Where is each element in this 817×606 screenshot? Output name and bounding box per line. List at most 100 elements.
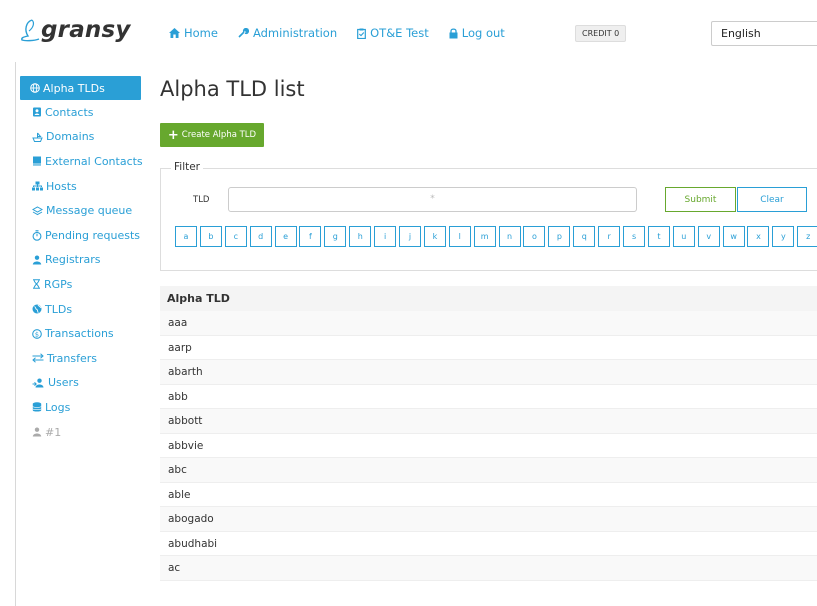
letter-button-k[interactable]: k bbox=[423, 226, 446, 247]
book-icon bbox=[33, 156, 41, 166]
tld-label: TLD bbox=[193, 195, 210, 205]
sidebar-item-label: #1 bbox=[45, 425, 62, 439]
letter-button-e[interactable]: e bbox=[274, 226, 297, 247]
table-row[interactable]: abbott bbox=[160, 409, 817, 434]
sidebar-item-logs[interactable]: Logs bbox=[20, 395, 141, 420]
letter-button-p[interactable]: p bbox=[548, 226, 571, 247]
nav-logout[interactable]: Log out bbox=[449, 26, 505, 40]
sidebar-item-label: TLDs bbox=[45, 302, 73, 316]
letter-button-n[interactable]: n bbox=[498, 226, 521, 247]
contacts-icon bbox=[33, 107, 41, 117]
tld-input[interactable]: * bbox=[228, 187, 637, 212]
sidebar-item-users[interactable]: Users bbox=[20, 371, 141, 396]
language-select[interactable]: English bbox=[711, 21, 817, 46]
plus-icon: + bbox=[167, 127, 179, 143]
table-row[interactable]: abc bbox=[160, 458, 817, 483]
table-row[interactable]: ac bbox=[160, 556, 817, 581]
sidebar-item-label: Users bbox=[48, 376, 79, 390]
table-row[interactable]: aaa bbox=[160, 311, 817, 336]
letter-filter-buttons: abcdefghijklmnopqrstuvwxyz bbox=[175, 226, 817, 247]
letter-button-a[interactable]: a bbox=[175, 226, 197, 247]
nav-home-label: Home bbox=[184, 26, 218, 40]
sidebar-item-tlds[interactable]: TLDs bbox=[20, 297, 141, 322]
sidebar-item-transactions[interactable]: $ Transactions bbox=[20, 321, 141, 346]
sidebar-item-label: Pending requests bbox=[45, 228, 141, 242]
letter-button-u[interactable]: u bbox=[672, 226, 695, 247]
letter-button-m[interactable]: m bbox=[473, 226, 496, 247]
page-border bbox=[15, 0, 16, 606]
sidebar-item-alpha-tlds[interactable]: Alpha TLDs bbox=[20, 76, 141, 100]
sidebar-item-rgps[interactable]: RGPs bbox=[20, 272, 141, 297]
letter-button-z[interactable]: z bbox=[797, 226, 817, 247]
user-icon bbox=[32, 427, 42, 437]
letter-button-o[interactable]: o bbox=[523, 226, 546, 247]
svg-text:$: $ bbox=[35, 330, 39, 338]
letter-button-j[interactable]: j bbox=[399, 226, 422, 247]
database-icon bbox=[32, 402, 42, 412]
letter-button-h[interactable]: h bbox=[349, 226, 372, 247]
sitemap-icon bbox=[32, 181, 43, 191]
home-icon bbox=[169, 28, 180, 38]
sidebar-item-label: Hosts bbox=[46, 179, 77, 193]
sidebar-item-label: Registrars bbox=[45, 253, 101, 267]
sidebar-item-current-user[interactable]: #1 bbox=[20, 420, 141, 445]
clipboard-icon bbox=[357, 28, 367, 39]
letter-button-s[interactable]: s bbox=[623, 226, 646, 247]
sidebar-item-registrars[interactable]: Registrars bbox=[20, 248, 141, 273]
letter-button-b[interactable]: b bbox=[199, 226, 222, 247]
hourglass-icon bbox=[33, 279, 40, 290]
sidebar-item-domains[interactable]: Domains bbox=[20, 125, 141, 150]
sidebar-item-label: Alpha TLDs bbox=[43, 81, 105, 95]
registrars-icon bbox=[32, 255, 42, 265]
nav-administration[interactable]: Administration bbox=[238, 26, 337, 40]
top-navigation: Home Administration OT&E Test Log out bbox=[169, 26, 525, 40]
logo[interactable]: gransy bbox=[20, 17, 131, 43]
lock-icon bbox=[449, 27, 458, 38]
letter-button-g[interactable]: g bbox=[324, 226, 347, 247]
sidebar-item-hosts[interactable]: Hosts bbox=[20, 174, 141, 199]
layers-icon bbox=[32, 206, 43, 215]
letter-button-q[interactable]: q bbox=[573, 226, 596, 247]
sidebar-item-external-contacts[interactable]: External Contacts bbox=[20, 149, 143, 174]
nav-ote-test-label: OT&E Test bbox=[370, 26, 429, 40]
letter-button-t[interactable]: t bbox=[647, 226, 670, 247]
letter-button-l[interactable]: l bbox=[448, 226, 471, 247]
nav-ote-test[interactable]: OT&E Test bbox=[357, 26, 429, 40]
sidebar-item-transfers[interactable]: Transfers bbox=[20, 346, 141, 371]
letter-button-x[interactable]: x bbox=[747, 226, 770, 247]
table-body: aaa aarp abarth abb abbott abbvie abc able aboga… bbox=[160, 311, 817, 581]
globe-icon bbox=[30, 83, 40, 93]
users-icon bbox=[32, 378, 44, 388]
table-header: Alpha TLD bbox=[160, 286, 817, 311]
nav-home[interactable]: Home bbox=[169, 26, 218, 40]
globe-solid-icon bbox=[32, 304, 42, 314]
letter-button-c[interactable]: c bbox=[224, 226, 247, 247]
table-row[interactable]: abb bbox=[160, 385, 817, 409]
letter-button-v[interactable]: v bbox=[697, 226, 720, 247]
sidebar-item-label: Transactions bbox=[45, 327, 114, 341]
letter-button-y[interactable]: y bbox=[772, 226, 795, 247]
letter-button-w[interactable]: w bbox=[722, 226, 745, 247]
sidebar-item-message-queue[interactable]: Message queue bbox=[20, 198, 141, 223]
letter-button-d[interactable]: d bbox=[249, 226, 272, 247]
nav-administration-label: Administration bbox=[252, 26, 338, 40]
alpha-tld-table: Alpha TLD aaa aarp abarth abb abbott abbvie ab… bbox=[160, 286, 817, 581]
table-row[interactable]: aarp bbox=[160, 336, 817, 360]
sidebar-item-contacts[interactable]: Contacts bbox=[20, 100, 141, 125]
letter-button-i[interactable]: i bbox=[374, 226, 397, 247]
table-row[interactable]: abudhabi bbox=[160, 532, 817, 556]
create-alpha-tld-button[interactable]: + Create Alpha TLD bbox=[160, 123, 264, 147]
nav-logout-label: Log out bbox=[461, 26, 505, 40]
sidebar-item-pending-requests[interactable]: Pending requests bbox=[20, 223, 141, 248]
letter-button-f[interactable]: f bbox=[299, 226, 322, 247]
clear-button[interactable]: Clear bbox=[737, 187, 807, 212]
table-row[interactable]: abogado bbox=[160, 507, 817, 532]
coin-icon: $ bbox=[32, 328, 42, 339]
letter-button-r[interactable]: r bbox=[598, 226, 621, 247]
filter-fieldset bbox=[160, 168, 817, 271]
table-row[interactable]: abbvie bbox=[160, 434, 817, 458]
submit-button[interactable]: Submit bbox=[665, 187, 736, 212]
table-row[interactable]: able bbox=[160, 483, 817, 507]
table-row[interactable]: abarth bbox=[160, 360, 817, 385]
transfer-icon bbox=[32, 353, 44, 363]
